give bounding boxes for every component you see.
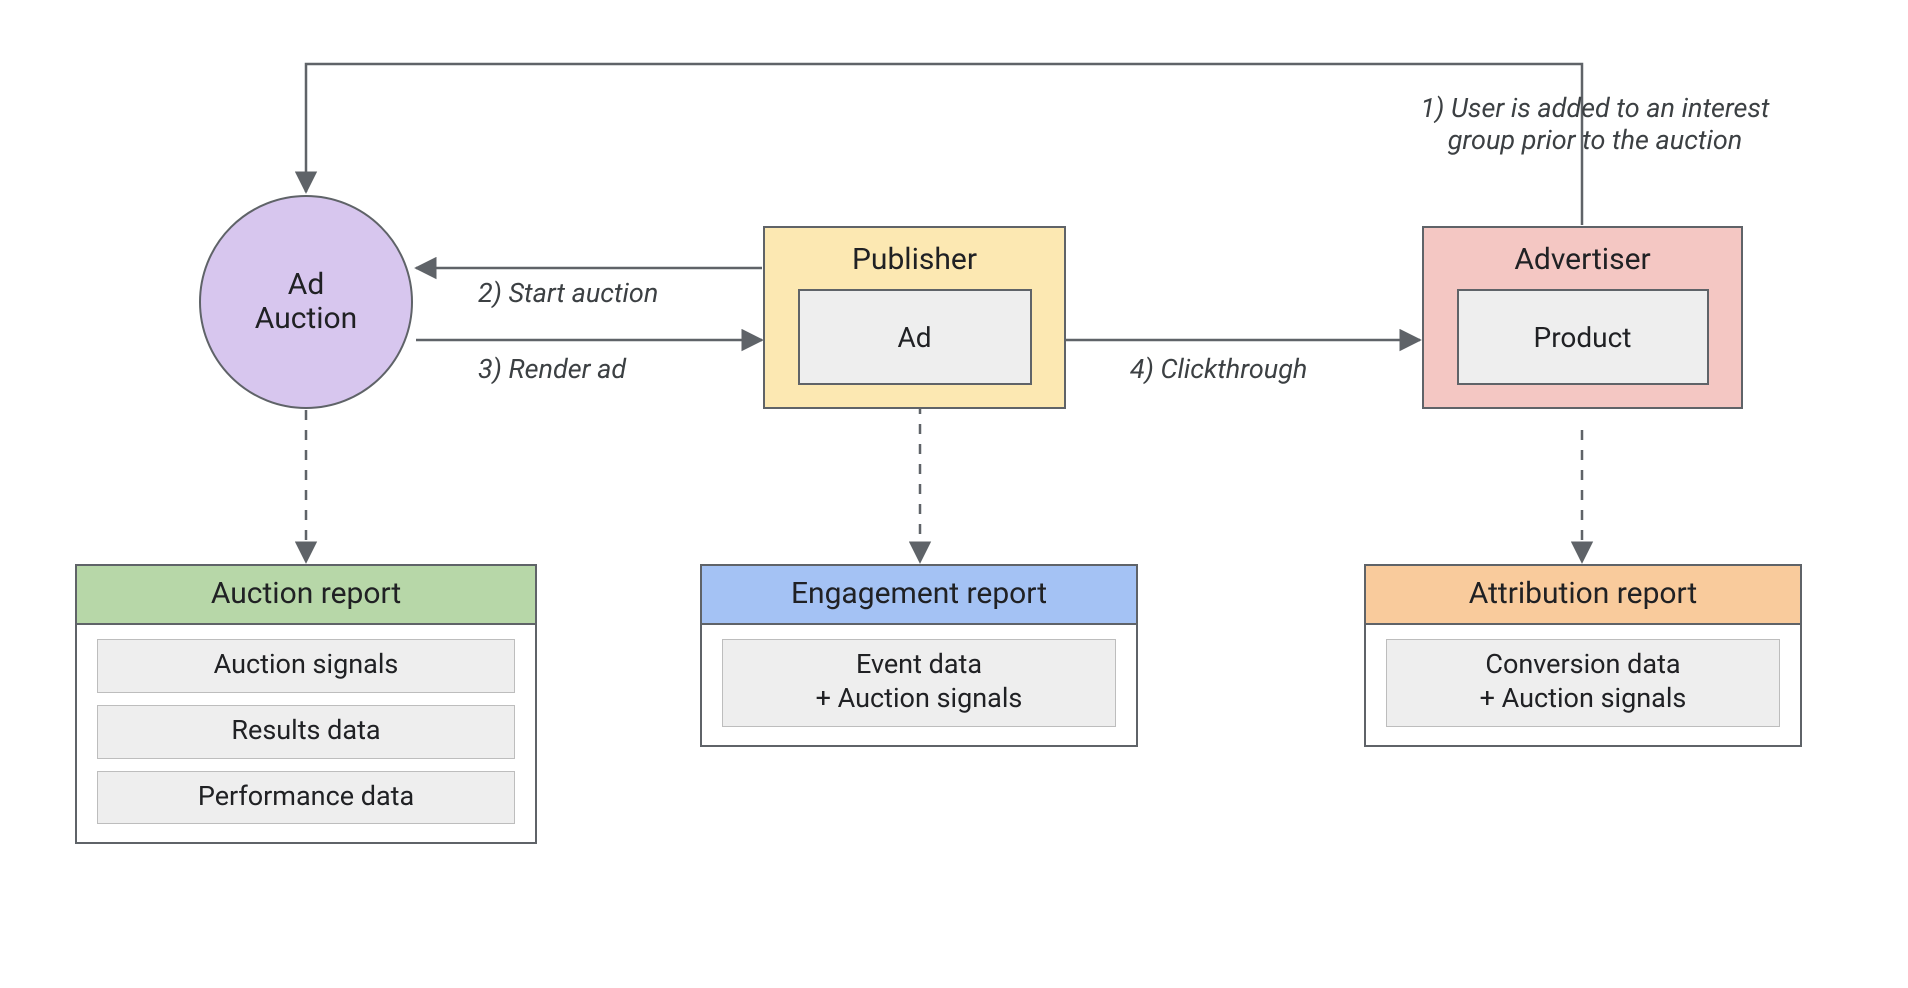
flow-label-step2: 2) Start auction [478,277,658,309]
attribution-report: Attribution report Conversion data + Auc… [1364,564,1802,747]
auction-report: Auction report Auction signals Results d… [75,564,537,844]
attribution-report-item: Conversion data + Auction signals [1386,639,1780,727]
flow-label-step3: 3) Render ad [478,353,626,385]
flow-label-step1-line2: group prior to the auction [1448,124,1743,156]
publisher-node: Publisher Ad [763,226,1066,409]
attribution-report-title: Attribution report [1366,566,1800,625]
auction-report-item: Performance data [97,771,515,825]
advertiser-product-box: Product [1457,289,1709,385]
flow-label-step4: 4) Clickthrough [1130,353,1307,385]
ad-auction-label-line1: Ad [288,267,325,302]
engagement-report-item: Event data + Auction signals [722,639,1116,727]
ad-auction-node: Ad Auction [199,195,413,409]
auction-report-item: Results data [97,705,515,759]
flow-label-step1: 1) User is added to an interest group pr… [1380,92,1810,156]
publisher-ad-box: Ad [798,289,1032,385]
flow-label-step1-line1: 1) User is added to an interest [1420,92,1769,124]
advertiser-product-label: Product [1534,321,1632,354]
diagram-canvas: Ad Auction Publisher Ad Advertiser Produ… [0,0,1908,988]
publisher-title: Publisher [765,242,1064,277]
auction-report-item: Auction signals [97,639,515,693]
advertiser-title: Advertiser [1424,242,1741,277]
engagement-report-title: Engagement report [702,566,1136,625]
auction-report-title: Auction report [77,566,535,625]
engagement-report: Engagement report Event data + Auction s… [700,564,1138,747]
advertiser-node: Advertiser Product [1422,226,1743,409]
publisher-ad-label: Ad [897,321,931,354]
ad-auction-label-line2: Auction [255,301,357,336]
